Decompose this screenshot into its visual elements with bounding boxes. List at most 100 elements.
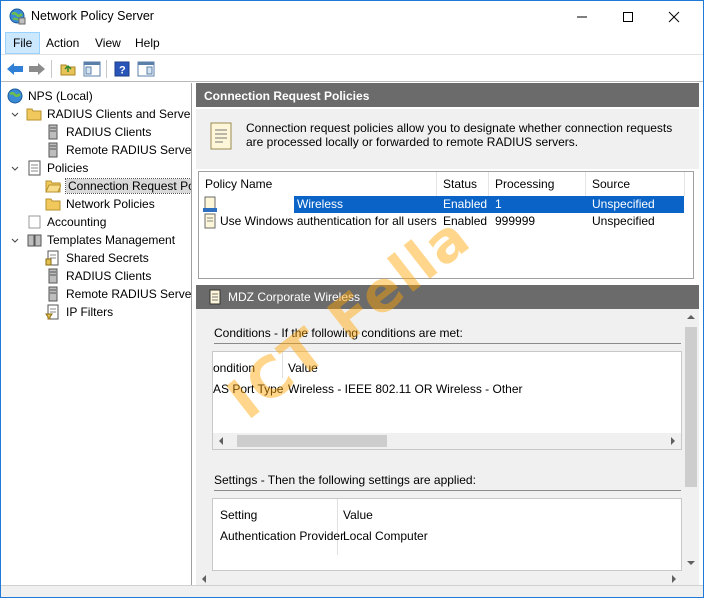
chevron-down-icon[interactable] [10,235,20,245]
tree-label: Remote RADIUS Servers [66,287,192,301]
close-button[interactable] [651,1,697,32]
chevron-down-icon[interactable] [10,109,20,119]
settings-title: Settings - Then the following settings a… [214,473,476,487]
tree-item-network-policies[interactable]: Network Policies [1,195,191,213]
tree-item-shared-secrets[interactable]: Shared Secrets [1,249,191,267]
back-arrow-icon[interactable] [5,59,25,79]
pane-header: Connection Request Policies [196,83,699,107]
menu-help[interactable]: Help [128,32,167,54]
details-band: MDZ Corporate Wireless [196,285,699,309]
title-bar: Network Policy Server [1,1,703,32]
info-panel: Connection request policies allow you to… [196,109,699,169]
server-icon [45,268,61,284]
results-pane: Connection Request Policies Connection r… [196,83,699,587]
tree-item-ip-filters[interactable]: IP Filters [1,303,191,321]
policy-name: Use Windows authentication for all users [220,214,437,228]
tree-label: Remote RADIUS Server G [66,143,192,157]
tree-item-accounting[interactable]: Accounting [1,213,191,231]
tree-label: RADIUS Clients [66,269,152,283]
details-title: MDZ Corporate Wireless [228,290,361,304]
nps-globe-icon [7,88,23,104]
tree-label: Templates Management [47,233,176,247]
policy-status: Enabled [443,214,488,228]
details-vertical-scrollbar[interactable] [683,309,699,571]
svg-text:?: ? [119,65,126,77]
tree-label: NPS (Local) [28,89,93,103]
tree-label: RADIUS Clients [66,125,152,139]
accounting-icon [26,214,42,230]
tree-label: Network Policies [66,197,155,211]
menu-file[interactable]: File [5,32,41,54]
tree-item-templates-management[interactable]: Templates Management [1,231,191,249]
policy-icon [203,213,217,232]
window-title: Network Policy Server [31,9,154,23]
shared-secrets-icon [45,250,61,266]
column-header-source[interactable]: Source [586,172,685,196]
policy-order: 999999 [495,214,536,228]
policy-list: Policy Name Status Processing Order Sour… [198,171,694,279]
folder-icon [45,196,61,212]
tree-item-nps-local[interactable]: NPS (Local) [1,87,191,105]
console-tree: NPS (Local) RADIUS Clients and Servers R… [1,83,192,585]
folder-open-icon [45,178,62,194]
policy-row-wireless[interactable]: Wireless Enabled 1 Unspecified [199,196,685,213]
policy-status: Enabled [443,197,488,211]
settings-col-setting: Setting [220,508,258,522]
tree-label: IP Filters [66,305,114,319]
action-pane-icon[interactable] [136,59,156,79]
conditions-col-value: Value [288,361,318,375]
tree-item-connection-request-policies[interactable]: Connection Request Pol [1,177,191,195]
ip-filter-icon [45,304,61,320]
folder-icon [26,106,42,122]
policy-source: Unspecified [592,197,655,211]
toolbar: ? [1,54,703,82]
minimize-button[interactable] [559,1,605,32]
chevron-down-icon[interactable] [10,163,20,173]
column-header-processing-order[interactable]: Processing Order [489,172,586,215]
server-icon [45,142,61,158]
tree-item-radius-clients-servers[interactable]: RADIUS Clients and Servers [1,105,192,123]
condition-value: Wireless - IEEE 802.11 OR Wireless - Oth… [288,382,523,396]
forward-arrow-icon[interactable] [27,59,47,79]
settings-col-value: Value [343,508,373,522]
policy-order: 1 [495,197,502,211]
menu-action[interactable]: Action [39,32,86,54]
tree-item-radius-clients[interactable]: RADIUS Clients [1,123,191,141]
tree-item-remote-radius-servers[interactable]: Remote RADIUS Servers [1,285,192,303]
tree-label: Connection Request Pol [64,178,191,194]
policy-name: Wireless [297,197,344,211]
tree-item-policies[interactable]: Policies [1,159,191,177]
policy-document-icon [26,160,42,176]
server-icon [45,124,61,140]
tree-label: Policies [47,161,89,175]
settings-grid: Setting Value Authentication Provider Lo… [212,498,682,571]
details-panel: Conditions - If the following conditions… [196,309,699,587]
tree-label: Accounting [47,215,107,229]
nps-window: Network Policy Server File Action View H… [0,0,704,598]
nps-globe-icon [9,8,26,25]
tree-label: RADIUS Clients and Servers [47,107,192,121]
show-hide-tree-icon[interactable] [82,59,102,79]
menu-view[interactable]: View [88,32,128,54]
policy-row-windows-auth[interactable]: Use Windows authentication for all users… [199,213,685,230]
templates-icon [26,232,42,248]
tree-item-template-radius-clients[interactable]: RADIUS Clients [1,267,191,285]
setting-value: Local Computer [343,529,428,543]
tree-item-remote-radius-server-groups[interactable]: Remote RADIUS Server G [1,141,192,159]
server-icon [45,286,61,302]
setting-name: Authentication Provider [220,529,345,543]
status-bar [1,585,703,597]
tree-label: Shared Secrets [66,251,149,265]
column-header-policy-name[interactable]: Policy Name [199,172,437,196]
maximize-button[interactable] [605,1,651,32]
info-text: Connection request policies allow you to… [246,121,673,149]
conditions-horizontal-scrollbar[interactable] [213,433,681,449]
column-header-status[interactable]: Status [437,172,489,196]
help-icon[interactable]: ? [112,59,132,79]
up-folder-icon[interactable] [58,59,78,79]
policy-source: Unspecified [592,214,655,228]
policy-scroll-icon [208,121,234,151]
menu-bar: File Action View Help [1,32,703,54]
conditions-grid: ondition Value AS Port Type Wireless - I… [212,351,682,450]
condition-name: AS Port Type [213,382,284,396]
